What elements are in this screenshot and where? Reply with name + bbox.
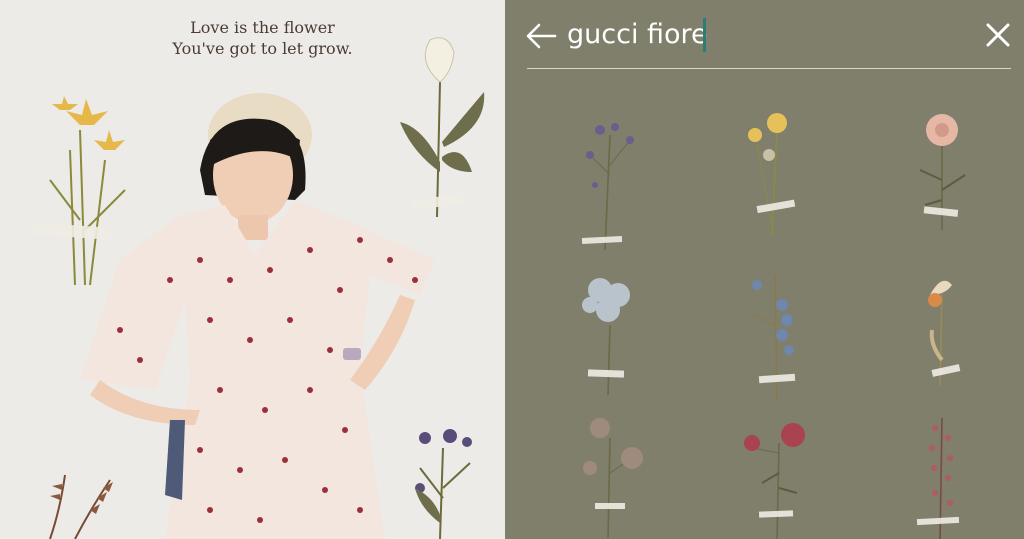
- sticker-search-panel: [505, 0, 1024, 539]
- blue-hydrangea-sticker[interactable]: [560, 265, 660, 405]
- quote-line-2: You've got to let grow.: [172, 39, 353, 58]
- purple-wildflower-sticker[interactable]: [560, 115, 660, 255]
- arrow-left-icon[interactable]: [523, 18, 559, 54]
- text-caret: [703, 18, 706, 52]
- close-icon[interactable]: [983, 20, 1013, 50]
- brown-fern-sticker[interactable]: [35, 470, 125, 539]
- blue-delphinium-sticker[interactable]: [727, 265, 827, 405]
- photo-panel: Love is the flower You've got to let gro…: [0, 0, 505, 539]
- quote-line-1: Love is the flower: [190, 18, 335, 37]
- quote-text: Love is the flower You've got to let gro…: [150, 17, 375, 59]
- dusty-rose-sticker[interactable]: [560, 413, 660, 539]
- yellow-daffodil-sticker[interactable]: [727, 105, 827, 245]
- orange-iris-sticker[interactable]: [890, 265, 990, 405]
- search-bar: [505, 0, 1024, 70]
- purple-iris-sticker[interactable]: [405, 428, 485, 539]
- sticker-grid: [505, 95, 1024, 539]
- pink-spray-sticker[interactable]: [890, 413, 990, 539]
- search-divider: [527, 68, 1011, 69]
- pink-rose-sticker[interactable]: [890, 110, 990, 250]
- red-rose-sticker[interactable]: [727, 413, 827, 539]
- search-input[interactable]: [567, 12, 947, 56]
